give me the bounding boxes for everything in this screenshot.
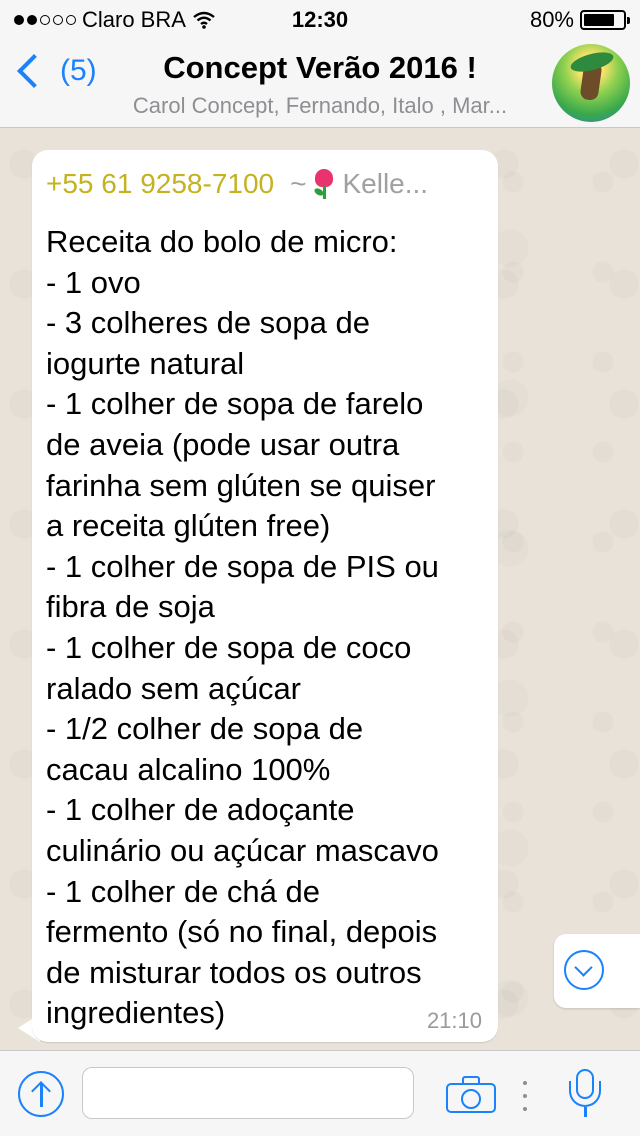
- camera-lens: [461, 1089, 481, 1109]
- group-members[interactable]: Carol Concept, Fernando, Italo , Mar...: [110, 93, 530, 119]
- group-avatar[interactable]: [552, 44, 630, 122]
- sender-name: ~ Kelle...: [290, 168, 428, 200]
- sender-name-text: Kelle...: [342, 168, 429, 199]
- microphone-button[interactable]: [566, 1069, 604, 1119]
- unread-count: (5): [60, 54, 97, 87]
- camera-button[interactable]: [446, 1075, 496, 1113]
- message-sender: +55 61 9258-7100 ~ Kelle...: [46, 168, 482, 200]
- battery-percent: 80%: [529, 7, 574, 32]
- battery-icon: [580, 10, 630, 30]
- microphone-stand: [584, 1107, 587, 1117]
- scroll-down-icon: [564, 950, 604, 990]
- upload-arrow-head: [31, 1081, 51, 1101]
- message-bubble[interactable]: +55 61 9258-7100 ~ Kelle... Receita do b…: [32, 150, 498, 1042]
- message-input[interactable]: [82, 1067, 414, 1119]
- microphone-arc: [569, 1081, 601, 1107]
- sender-phone[interactable]: +55 61 9258-7100: [46, 168, 274, 200]
- group-title[interactable]: Concept Verão 2016 !: [110, 50, 530, 86]
- more-dots-icon[interactable]: [522, 1081, 528, 1111]
- message-text: Receita do bolo de micro: - 1 ovo - 3 co…: [46, 224, 439, 1031]
- back-chevron-icon: [17, 54, 51, 88]
- back-button[interactable]: (5): [12, 54, 97, 88]
- scroll-to-bottom-button[interactable]: [554, 934, 640, 1008]
- chat-header: (5) Concept Verão 2016 ! Carol Concept, …: [0, 40, 640, 128]
- sender-prefix: ~: [290, 168, 307, 199]
- battery-status: 80%: [529, 7, 630, 33]
- input-bar: [0, 1050, 640, 1136]
- message-time: 21:10: [426, 1008, 482, 1033]
- status-bar: Claro BRA 12:30 80%: [0, 0, 640, 40]
- tulip-emoji-icon: [310, 169, 338, 199]
- upload-button[interactable]: [18, 1071, 64, 1117]
